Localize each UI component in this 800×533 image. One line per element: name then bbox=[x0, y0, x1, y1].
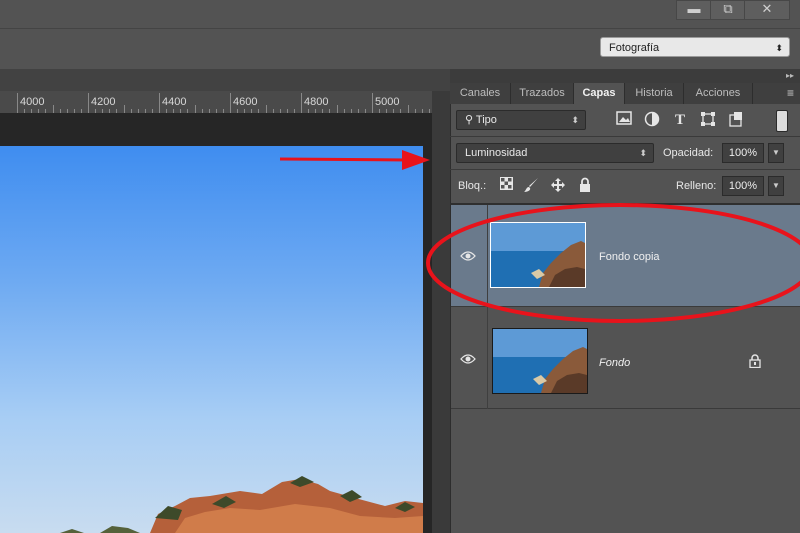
panel-collapse-bar[interactable]: ▸▸ bbox=[450, 69, 800, 83]
filter-value: Tipo bbox=[475, 114, 497, 126]
landscape-photo bbox=[60, 476, 423, 533]
divider bbox=[450, 169, 800, 170]
layer-name[interactable]: Fondo bbox=[599, 357, 630, 369]
ruler-tick bbox=[407, 105, 409, 113]
ruler-tick bbox=[123, 105, 125, 113]
tab-trazados[interactable]: Trazados bbox=[511, 83, 574, 104]
ruler-tick bbox=[194, 105, 196, 113]
workspace-value: Fotografía bbox=[609, 42, 660, 54]
ruler-tick bbox=[159, 93, 160, 113]
minimize-button[interactable]: ▬ bbox=[676, 0, 712, 20]
layer-filter-select[interactable]: ⚲ Tipo ⬍ bbox=[456, 110, 586, 130]
minimize-icon: ▬ bbox=[687, 1, 701, 16]
move-arrows-icon[interactable] bbox=[549, 177, 567, 195]
tab-acciones[interactable]: Acciones bbox=[684, 83, 753, 104]
opacity-dropdown-button[interactable]: ▼ bbox=[768, 143, 784, 163]
ruler-tick bbox=[301, 93, 302, 113]
ruler-label: 4000 bbox=[20, 96, 45, 108]
ruler-tick bbox=[88, 93, 89, 113]
layer-thumbnail[interactable] bbox=[492, 328, 588, 394]
updown-arrows-icon: ⬍ bbox=[571, 115, 579, 125]
blend-mode-value: Luminosidad bbox=[465, 147, 528, 159]
restore-icon: ⧉ bbox=[723, 1, 733, 16]
ruler-label: 5000 bbox=[375, 96, 400, 108]
horizontal-ruler[interactable]: 4000 4200 4400 4600 4800 5000 bbox=[0, 91, 432, 114]
tab-capas[interactable]: Capas bbox=[574, 83, 625, 104]
shape-filter-icon[interactable] bbox=[699, 111, 717, 129]
opacity-input[interactable]: 100% bbox=[722, 143, 764, 163]
brush-icon[interactable] bbox=[522, 177, 540, 195]
tab-canales[interactable]: Canales bbox=[450, 83, 511, 104]
filter-toggle-switch[interactable] bbox=[776, 110, 788, 132]
red-arrow-annotation bbox=[279, 150, 430, 170]
layer-lock-icon bbox=[749, 354, 761, 369]
type-filter-icon[interactable]: T bbox=[671, 111, 689, 129]
ruler-tick bbox=[372, 93, 373, 113]
panel-tabs: Canales Trazados Capas Historia Acciones… bbox=[450, 83, 800, 104]
updown-arrows-icon: ⬍ bbox=[639, 148, 647, 158]
ruler-tick bbox=[230, 93, 231, 113]
visibility-eye-icon[interactable] bbox=[460, 353, 476, 365]
workspace-select[interactable]: Fotografía ⬍ bbox=[600, 37, 790, 57]
close-button[interactable]: ✕ bbox=[744, 0, 790, 20]
divider bbox=[450, 136, 800, 137]
ruler-tick bbox=[336, 105, 338, 113]
search-icon: ⚲ bbox=[465, 114, 474, 126]
lock-transparency-icon[interactable] bbox=[497, 177, 515, 195]
double-chevron-icon[interactable]: ▸▸ bbox=[786, 69, 794, 83]
fill-dropdown-button[interactable]: ▼ bbox=[768, 176, 784, 196]
document-tab-strip bbox=[0, 69, 450, 91]
document-canvas[interactable] bbox=[0, 146, 423, 533]
updown-arrows-icon: ⬍ bbox=[775, 43, 783, 53]
ruler-tick bbox=[17, 93, 18, 113]
close-icon: ✕ bbox=[761, 1, 773, 16]
smart-object-filter-icon[interactable] bbox=[727, 111, 745, 129]
ruler-label: 4400 bbox=[162, 96, 187, 108]
opacity-label: Opacidad: bbox=[663, 147, 714, 159]
ruler-tick bbox=[265, 105, 267, 113]
fill-input[interactable]: 100% bbox=[722, 176, 764, 196]
blend-mode-select[interactable]: Luminosidad ⬍ bbox=[456, 143, 654, 163]
tab-historia[interactable]: Historia bbox=[625, 83, 684, 104]
ruler-tick bbox=[52, 105, 54, 113]
fill-label: Relleno: bbox=[676, 180, 717, 192]
ruler-label: 4600 bbox=[233, 96, 258, 108]
lock-icon[interactable] bbox=[576, 177, 594, 195]
adjustment-filter-icon[interactable] bbox=[643, 111, 661, 129]
red-ellipse-annotation bbox=[426, 203, 800, 323]
ruler-label: 4800 bbox=[304, 96, 329, 108]
panel-menu-icon[interactable]: ≡ bbox=[787, 83, 794, 104]
restore-button[interactable]: ⧉ bbox=[710, 0, 746, 20]
pixel-filter-icon[interactable] bbox=[615, 111, 633, 129]
ruler-label: 4200 bbox=[91, 96, 116, 108]
lock-label: Bloq.: bbox=[458, 180, 487, 192]
